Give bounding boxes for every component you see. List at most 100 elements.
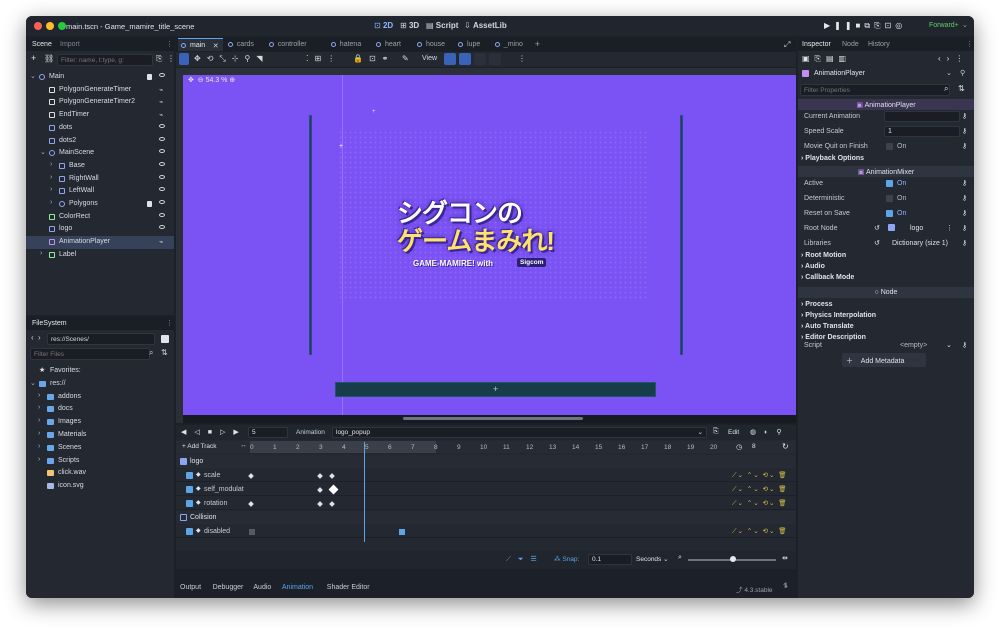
expand-arrow-icon[interactable]: ›: [38, 456, 40, 463]
edit-button[interactable]: Edit: [728, 429, 739, 436]
current-animation-field[interactable]: [884, 111, 960, 122]
track-options[interactable]: ⟋⌄ ⌃⌄ ⟲⌄ 🗑: [732, 485, 787, 494]
scene-tree-item[interactable]: EndTimer ⌁: [26, 109, 174, 122]
expand-arrow-icon[interactable]: ⌄: [30, 72, 36, 80]
animation-length[interactable]: 8: [752, 443, 756, 450]
zoom-out-icon[interactable]: ⊖: [198, 77, 204, 84]
animation-select[interactable]: logo_popup ⌄: [332, 427, 707, 438]
scene-tree-item[interactable]: dots: [26, 122, 174, 135]
close-window-button[interactable]: [34, 22, 42, 30]
visibility-eye-icon[interactable]: [159, 187, 165, 192]
inspector-group[interactable]: › Process: [801, 301, 833, 308]
filesystem-item[interactable]: ★ Favorites:: [26, 365, 174, 378]
script-icon[interactable]: ⎘: [156, 54, 162, 64]
speed-scale-field[interactable]: 1: [884, 126, 960, 137]
snap-tools[interactable]: ⁚⊞⋮: [306, 54, 341, 63]
reset-on-save-checkbox[interactable]: [886, 210, 893, 217]
zoom-window-button[interactable]: [58, 22, 66, 30]
scene-tree-item[interactable]: › Label: [26, 249, 174, 262]
inspector-group[interactable]: › Audio: [801, 263, 825, 270]
visibility-eye-icon[interactable]: [159, 225, 165, 230]
keyframe[interactable]: [328, 501, 335, 507]
slider-handle[interactable]: [730, 556, 736, 562]
visibility-eye-icon[interactable]: [159, 212, 165, 217]
keyframe[interactable]: [248, 501, 254, 507]
lock-group-tools[interactable]: 🔒⊡⚭: [353, 54, 394, 63]
expand-arrow-icon[interactable]: ›: [38, 443, 40, 450]
track-options[interactable]: ⟋⌄ ⌃⌄ ⟲⌄ 🗑: [732, 471, 787, 480]
keyframe[interactable]: [317, 487, 323, 493]
tab-_mino[interactable]: _mino: [492, 38, 531, 51]
expand-arrow-icon[interactable]: ›: [38, 392, 40, 399]
key-icon[interactable]: ⚷: [962, 239, 967, 247]
keyframe[interactable]: [398, 529, 405, 535]
expand-arrow-icon[interactable]: ›: [50, 174, 52, 181]
expand-arrow-icon[interactable]: ›: [38, 430, 40, 437]
reset-icon[interactable]: ↺: [874, 239, 880, 247]
zoom-level[interactable]: 54.3 %: [206, 77, 228, 84]
right-wall[interactable]: [680, 115, 683, 355]
tab-scene[interactable]: Scene: [32, 41, 52, 48]
property-filter-input[interactable]: [800, 84, 950, 96]
animation-track[interactable]: ◆ rotation ⟋⌄ ⌃⌄ ⟲⌄ 🗑: [176, 497, 796, 510]
add-tab-icon[interactable]: +: [535, 39, 540, 49]
add-metadata-button[interactable]: ＋ Add Metadata: [842, 353, 926, 367]
more-icon[interactable]: ⋮: [518, 54, 526, 63]
keyframe[interactable]: [328, 473, 335, 479]
inspector-group[interactable]: › Physics Interpolation: [801, 312, 876, 319]
loop-icon[interactable]: ↻: [782, 442, 789, 451]
more-icon[interactable]: ⋮: [166, 40, 173, 48]
keyframe[interactable]: [317, 473, 323, 479]
key-icon[interactable]: ⚷: [962, 209, 967, 217]
key-icon[interactable]: ⚷: [962, 142, 967, 150]
animation-track[interactable]: ◆ disabled ⟋⌄ ⌃⌄ ⟲⌄ 🗑: [176, 525, 796, 538]
history-nav[interactable]: ‹›⋮: [938, 54, 969, 63]
scene-tree-item[interactable]: › LeftWall: [26, 185, 174, 198]
visibility-eye-icon[interactable]: [159, 136, 165, 141]
minimize-window-button[interactable]: [46, 22, 54, 30]
track-checkbox[interactable]: [186, 528, 193, 535]
snap-value-field[interactable]: 0.1: [588, 554, 632, 565]
track-group[interactable]: logo: [176, 455, 796, 468]
scene-tree-item[interactable]: ⌄ MainScene: [26, 147, 174, 160]
tab-hatena[interactable]: hatena: [328, 38, 371, 51]
more-icon[interactable]: ⋮: [167, 54, 175, 63]
expand-icon[interactable]: ⥮: [783, 583, 788, 591]
filesystem-item[interactable]: icon.svg: [26, 480, 174, 493]
more-icon[interactable]: ⋮: [966, 40, 973, 48]
tab-cards[interactable]: cards: [225, 38, 264, 51]
key-icon[interactable]: ⚷: [962, 224, 967, 232]
playback-buttons[interactable]: ◀◁■▷▶: [181, 428, 247, 436]
movie-quit-checkbox[interactable]: [886, 143, 893, 150]
keyframe[interactable]: [249, 529, 255, 535]
visibility-eye-icon[interactable]: [159, 73, 165, 77]
resource-tools[interactable]: ▣⎘▤▥: [802, 54, 851, 64]
tab-inspector[interactable]: Inspector: [802, 41, 831, 48]
keyframe[interactable]: [328, 484, 338, 495]
key-icon[interactable]: ⚷: [962, 194, 967, 202]
playback-options-group[interactable]: › Playback Options: [801, 155, 864, 162]
key-icon[interactable]: ⚷: [962, 179, 967, 187]
scene-tree-item[interactable]: ColorRect: [26, 211, 174, 224]
tab-main[interactable]: main ✕: [178, 38, 223, 51]
filesystem-item[interactable]: ⌄ res://: [26, 378, 174, 391]
keyframe[interactable]: [248, 473, 254, 479]
visibility-eye-icon[interactable]: [159, 149, 165, 154]
frame-spinbox[interactable]: 5: [248, 427, 288, 438]
forward-icon[interactable]: ›: [38, 333, 41, 342]
filesystem-item[interactable]: › addons: [26, 391, 174, 404]
mode-script-button[interactable]: ▤ Script: [426, 21, 458, 30]
expand-arrow-icon[interactable]: ⌄: [40, 148, 46, 156]
filesystem-item[interactable]: › Scenes: [26, 442, 174, 455]
scene-tree-item[interactable]: logo: [26, 223, 174, 236]
filesystem-path-field[interactable]: res://Scenes/: [47, 333, 155, 345]
expand-arrow-icon[interactable]: ⌄: [30, 379, 36, 387]
filesystem-item[interactable]: › Images: [26, 416, 174, 429]
expand-arrow-icon[interactable]: ›: [38, 404, 40, 411]
toggle-split-icon[interactable]: [161, 335, 169, 343]
script-icon[interactable]: [147, 201, 152, 207]
scene-tree-item[interactable]: PolygonGenerateTimer2 ⌁: [26, 96, 174, 109]
visibility-eye-icon[interactable]: [159, 123, 165, 128]
tab-output[interactable]: Output: [180, 584, 201, 591]
filesystem-item[interactable]: › Scripts: [26, 455, 174, 468]
